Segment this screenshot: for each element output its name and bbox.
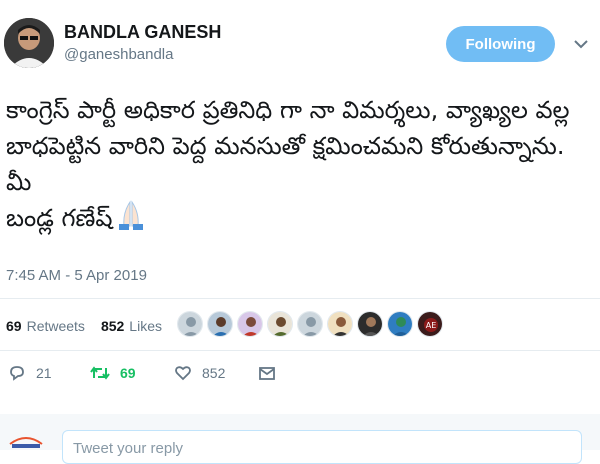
direct-message-button[interactable] [258,364,276,382]
chevron-down-icon[interactable] [572,36,590,50]
reply-bar: Tweet your reply [0,414,600,464]
likes-label: Likes [129,318,162,334]
reply-icon [10,366,24,381]
liker-avatar[interactable] [237,311,263,337]
reply-count: 21 [36,365,52,381]
retweet-button[interactable]: 69 [90,364,136,382]
tweet-text: కాంగ్రెస్ పార్టీ అధికార ప్రతినిధి గా నా … [6,92,594,236]
heart-icon [175,366,191,381]
folded-hands-icon [113,200,149,230]
tweet-header: BANDLA GANESH @ganeshbandla Following [0,0,600,70]
liker-avatar[interactable] [207,311,233,337]
tweet-body: కాంగ్రెస్ పార్టీ అధికార ప్రతినిధి గా నా … [6,96,570,232]
likes-stat[interactable]: 852 Likes [101,318,162,334]
retweets-stat[interactable]: 69 Retweets [6,318,85,334]
liker-avatar[interactable] [297,311,323,337]
liker-avatar[interactable] [387,311,413,337]
like-count: 852 [202,365,226,381]
liker-avatar[interactable] [177,311,203,337]
liker-avatar[interactable] [327,311,353,337]
like-button[interactable]: 852 [174,364,225,382]
svg-text:AE: AE [426,321,437,330]
display-name[interactable]: BANDLA GANESH [64,22,221,43]
avatar[interactable] [4,18,54,68]
tweet-timestamp[interactable]: 7:45 AM - 5 Apr 2019 [6,267,147,284]
reply-input[interactable]: Tweet your reply [62,430,582,464]
liker-avatars: AE [177,311,447,337]
liker-avatar[interactable]: AE [417,311,443,337]
oneindia-logo [8,434,44,450]
retweet-icon [90,366,110,380]
following-button[interactable]: Following [446,26,555,62]
envelope-icon [259,367,275,380]
liker-avatar[interactable] [267,311,293,337]
tweet-stats: 69 Retweets 852 Likes [6,316,178,336]
reply-button[interactable]: 21 [8,364,52,382]
divider [0,350,600,351]
liker-avatar[interactable] [357,311,383,337]
likes-count: 852 [100,318,125,334]
retweet-count: 69 [120,365,136,381]
retweets-label: Retweets [26,318,85,334]
retweets-count: 69 [6,318,22,334]
user-handle[interactable]: @ganeshbandla [64,46,173,63]
divider [0,298,600,299]
